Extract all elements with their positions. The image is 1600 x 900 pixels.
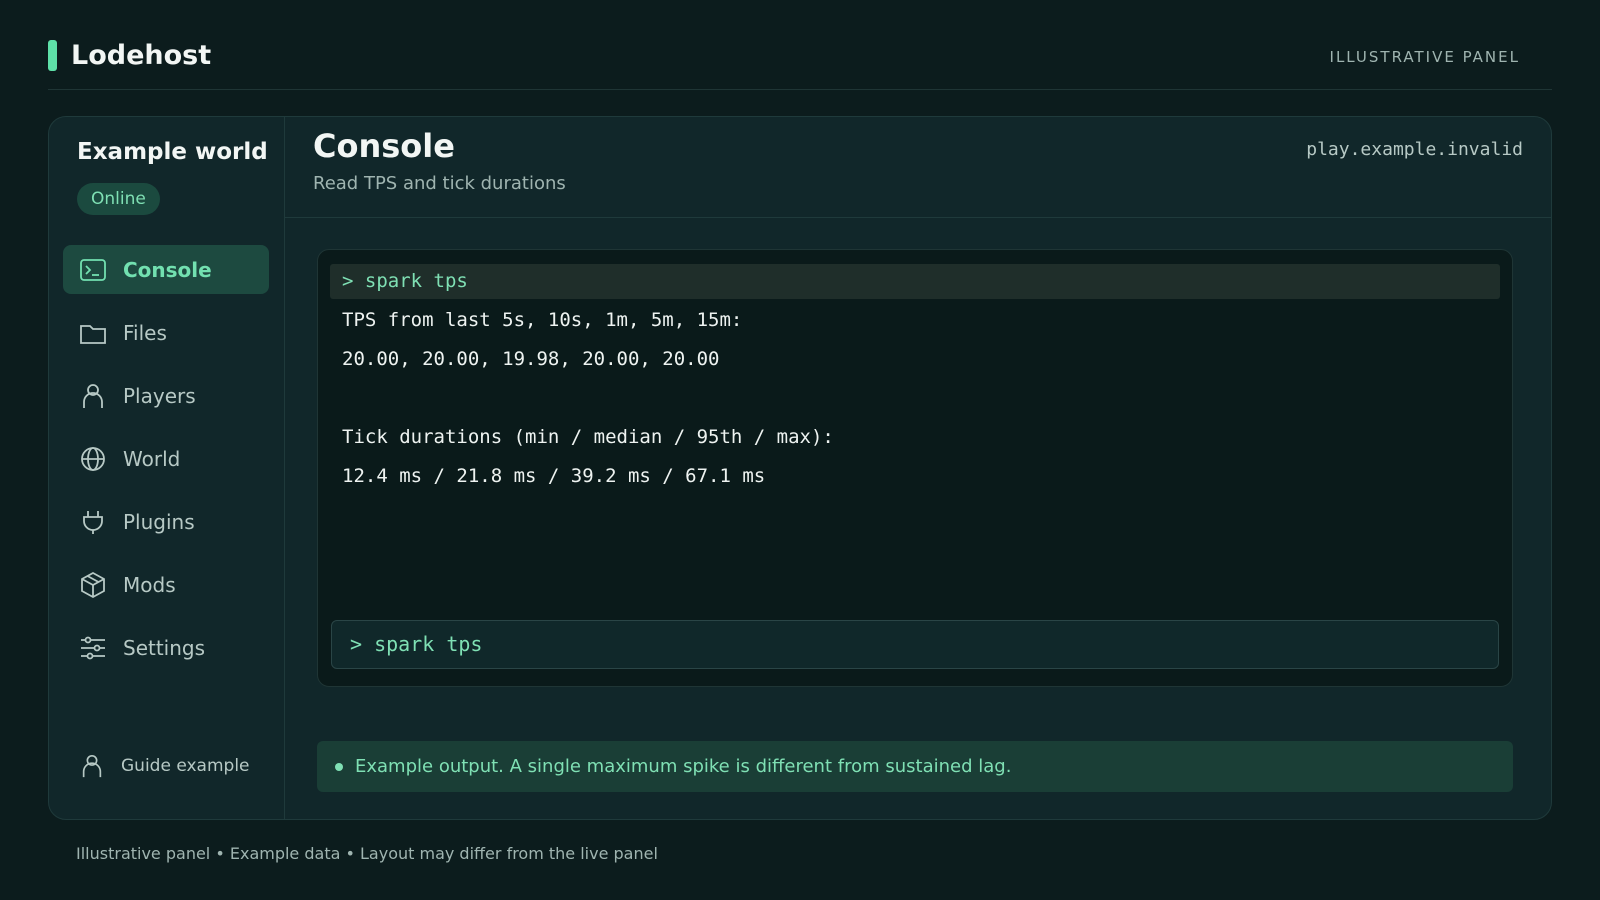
brand-mark [48, 39, 57, 71]
brand-name: Lodehost [71, 39, 212, 71]
panel-label: ILLUSTRATIVE PANEL [1329, 48, 1520, 66]
sidebar-item-label: Settings [123, 635, 206, 660]
console-line: 20.00, 20.00, 19.98, 20.00, 20.00 [342, 348, 720, 370]
sidebar-item-label: Files [123, 320, 167, 345]
sidebar-item-world[interactable]: World [63, 434, 269, 483]
sidebar-item-files[interactable]: Files [63, 308, 269, 357]
footer-text: Illustrative panel • Example data • Layo… [76, 844, 658, 863]
console-line: Tick durations (min / median / 95th / ma… [342, 426, 834, 448]
sidebar-item-mods[interactable]: Mods [63, 560, 269, 609]
info-note: Example output. A single maximum spike i… [317, 741, 1513, 792]
console-command-line: > spark tps [330, 264, 1500, 299]
sliders-icon [81, 636, 105, 659]
top-bar: Lodehost ILLUSTRATIVE PANEL [48, 36, 1552, 90]
console-input[interactable]: > spark tps [331, 620, 1499, 669]
sidebar-item-label: Mods [123, 572, 176, 597]
page-subtitle: Read TPS and tick durations [313, 173, 566, 194]
console-line: TPS from last 5s, 10s, 1m, 5m, 15m: [342, 309, 743, 331]
globe-icon [81, 446, 105, 471]
console-page: Console Read TPS and tick durations play… [285, 117, 1551, 819]
sidebar-item-label: World [123, 446, 181, 471]
server-name: Example world [77, 139, 268, 165]
plug-icon [83, 510, 103, 534]
sidebar-nav: Console Files Players World Plugins Mods… [63, 245, 269, 686]
guide-user[interactable]: Guide example [79, 753, 250, 779]
sidebar-item-settings[interactable]: Settings [63, 623, 269, 672]
sidebar-item-plugins[interactable]: Plugins [63, 497, 269, 546]
user-icon [83, 383, 103, 408]
folder-icon [80, 324, 106, 344]
bullet-icon [335, 762, 343, 771]
sidebar-item-label: Players [123, 383, 196, 408]
console-line: 12.4 ms / 21.8 ms / 39.2 ms / 67.1 ms [342, 465, 766, 487]
console-output: > spark tps TPS from last 5s, 10s, 1m, 5… [317, 249, 1513, 687]
sidebar-item-console[interactable]: Console [63, 245, 269, 294]
box-icon [81, 571, 105, 598]
brand: Lodehost [48, 36, 211, 74]
console-lines: TPS from last 5s, 10s, 1m, 5m, 15m: 20.0… [342, 306, 834, 501]
sidebar: Example world Online Console Files Playe… [49, 117, 285, 819]
page-title: Console [313, 127, 455, 165]
page-header: Console Read TPS and tick durations play… [285, 117, 1551, 218]
sidebar-item-players[interactable]: Players [63, 371, 269, 420]
main-panel: Example world Online Console Files Playe… [48, 116, 1552, 820]
note-text: Example output. A single maximum spike i… [355, 756, 1012, 777]
user-icon [82, 754, 102, 778]
server-address: play.example.invalid [1306, 139, 1523, 160]
guide-label: Guide example [121, 756, 250, 776]
status-badge: Online [77, 183, 160, 215]
terminal-icon [80, 258, 106, 281]
sidebar-item-label: Console [123, 257, 212, 282]
sidebar-item-label: Plugins [123, 509, 195, 534]
